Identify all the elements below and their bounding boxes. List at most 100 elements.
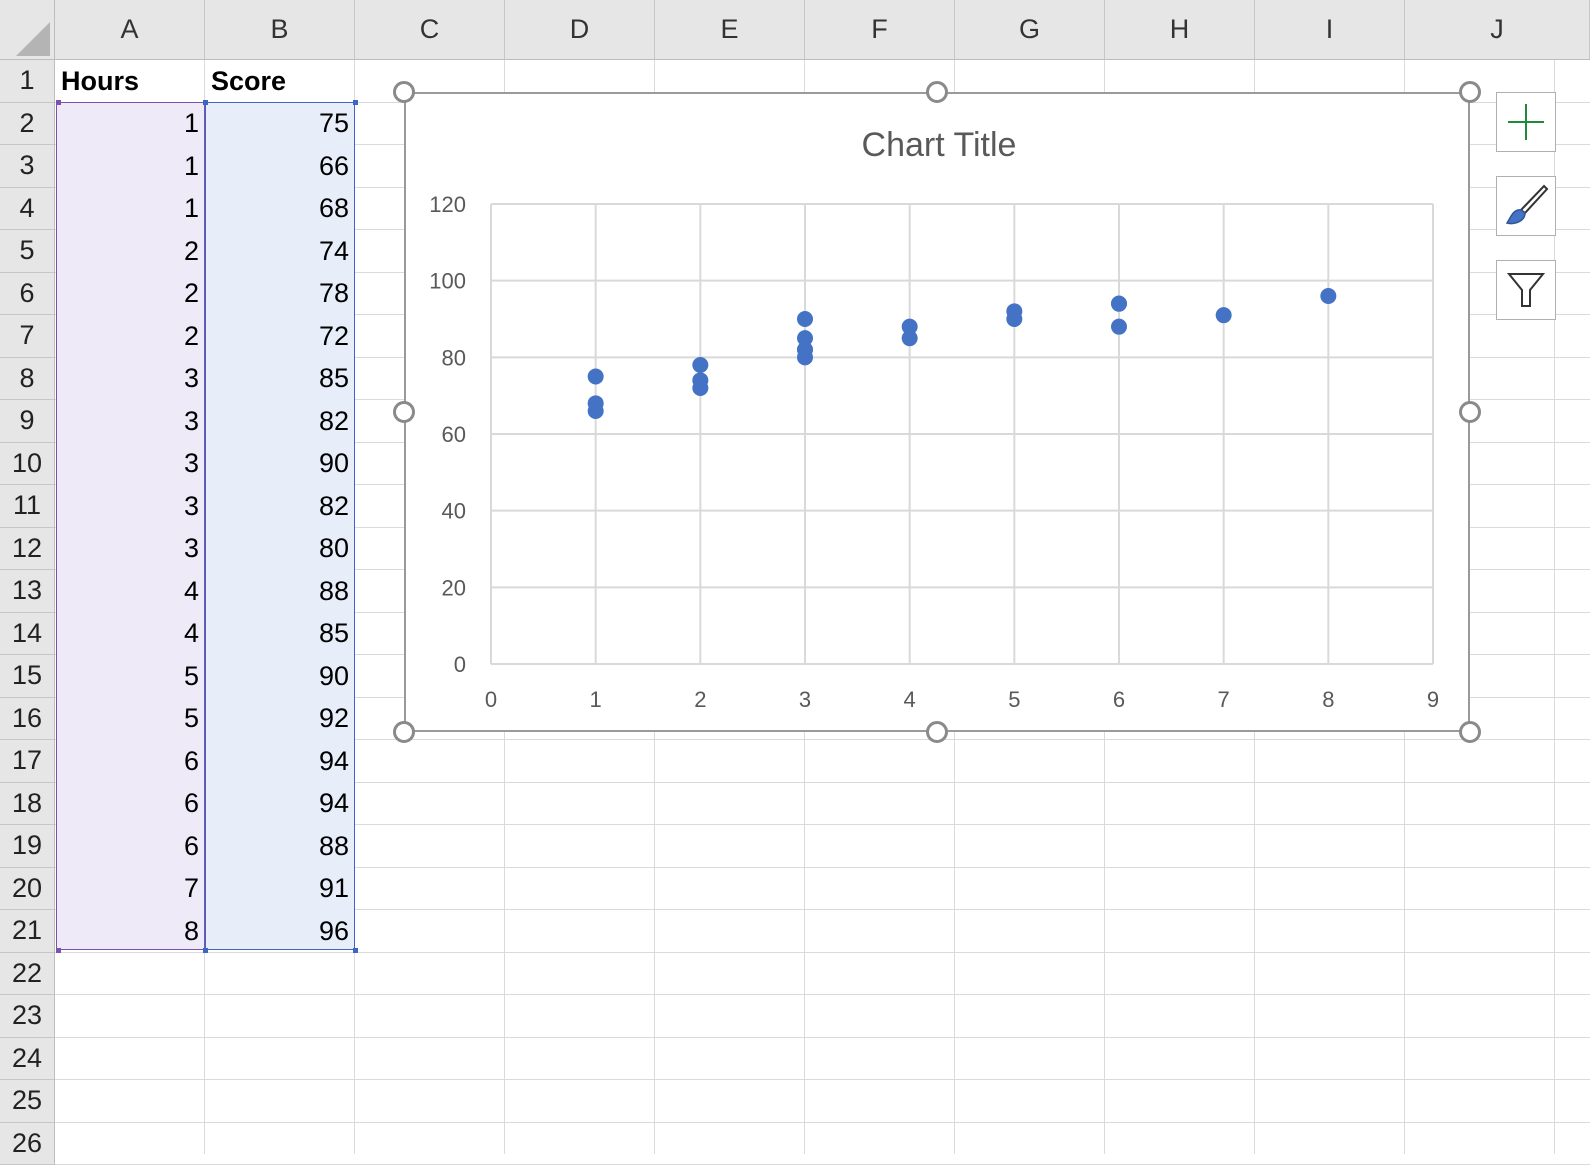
scatter-point[interactable] [902,330,918,346]
cell-score[interactable]: 82 [205,485,355,528]
cell-score[interactable]: 75 [205,103,355,146]
chart-resize-handle[interactable] [926,81,948,103]
selection-corner-handle[interactable] [203,100,208,105]
row-header-9[interactable]: 9 [0,400,55,443]
scatter-point[interactable] [588,395,604,411]
cell-hours[interactable]: 8 [55,910,205,953]
cell-hours[interactable]: 6 [55,783,205,826]
header-cell-score[interactable]: Score [205,61,355,102]
row-header-16[interactable]: 16 [0,698,55,741]
column-header-f[interactable]: F [805,0,955,60]
cell-score[interactable]: 85 [205,358,355,401]
column-header-i[interactable]: I [1255,0,1405,60]
scatter-point[interactable] [797,311,813,327]
row-header-24[interactable]: 24 [0,1038,55,1081]
cell-score[interactable]: 96 [205,910,355,953]
chart-resize-handle[interactable] [1459,721,1481,743]
row-header-7[interactable]: 7 [0,315,55,358]
scatter-point[interactable] [1006,303,1022,319]
cell-hours[interactable]: 5 [55,698,205,741]
cell-score[interactable]: 90 [205,443,355,486]
scatter-point[interactable] [692,357,708,373]
select-all-corner[interactable] [0,0,55,60]
row-header-10[interactable]: 10 [0,443,55,486]
selection-corner-handle[interactable] [353,948,358,953]
cell-score[interactable]: 92 [205,698,355,741]
cell-score[interactable]: 78 [205,273,355,316]
cell-score[interactable]: 88 [205,825,355,868]
row-header-5[interactable]: 5 [0,230,55,273]
column-header-a[interactable]: A [55,0,205,60]
row-header-1[interactable]: 1 [0,60,55,103]
scatter-point[interactable] [1320,288,1336,304]
chart-resize-handle[interactable] [926,721,948,743]
cell-hours[interactable]: 6 [55,825,205,868]
selection-corner-handle[interactable] [56,100,61,105]
selection-corner-handle[interactable] [203,948,208,953]
row-header-15[interactable]: 15 [0,655,55,698]
column-header-d[interactable]: D [505,0,655,60]
cell-score[interactable]: 91 [205,868,355,911]
chart-resize-handle[interactable] [393,401,415,423]
row-header-11[interactable]: 11 [0,485,55,528]
row-header-23[interactable]: 23 [0,995,55,1038]
row-header-18[interactable]: 18 [0,783,55,826]
cell-hours[interactable]: 1 [55,188,205,231]
cell-hours[interactable]: 2 [55,230,205,273]
chart-resize-handle[interactable] [1459,401,1481,423]
scatter-chart[interactable]: Chart Title 020406080100120 0123456789 [404,92,1470,732]
cell-hours[interactable]: 3 [55,358,205,401]
chart-filters-button[interactable] [1496,260,1556,320]
selection-corner-handle[interactable] [353,100,358,105]
cell-score[interactable]: 72 [205,315,355,358]
scatter-point[interactable] [797,349,813,365]
row-header-26[interactable]: 26 [0,1123,55,1165]
chart-resize-handle[interactable] [393,721,415,743]
cell-hours[interactable]: 1 [55,145,205,188]
row-header-17[interactable]: 17 [0,740,55,783]
row-header-25[interactable]: 25 [0,1080,55,1123]
chart-title[interactable]: Chart Title [862,126,1017,164]
cell-score[interactable]: 80 [205,528,355,571]
row-header-2[interactable]: 2 [0,103,55,146]
cell-score[interactable]: 94 [205,740,355,783]
cell-score[interactable]: 94 [205,783,355,826]
scatter-point[interactable] [1111,296,1127,312]
cell-hours[interactable]: 2 [55,315,205,358]
cell-score[interactable]: 90 [205,655,355,698]
chart-styles-button[interactable] [1496,176,1556,236]
cell-hours[interactable]: 6 [55,740,205,783]
cell-score[interactable]: 88 [205,570,355,613]
scatter-point[interactable] [1216,307,1232,323]
row-header-20[interactable]: 20 [0,868,55,911]
cell-score[interactable]: 82 [205,400,355,443]
row-header-19[interactable]: 19 [0,825,55,868]
cell-score[interactable]: 74 [205,230,355,273]
cell-hours[interactable]: 4 [55,613,205,656]
chart-resize-handle[interactable] [393,81,415,103]
cell-score[interactable]: 85 [205,613,355,656]
cell-hours[interactable]: 3 [55,485,205,528]
row-header-14[interactable]: 14 [0,613,55,656]
cell-hours[interactable]: 1 [55,103,205,146]
row-header-12[interactable]: 12 [0,528,55,571]
cell-hours[interactable]: 3 [55,400,205,443]
row-header-6[interactable]: 6 [0,273,55,316]
column-header-j[interactable]: J [1405,0,1590,60]
chart-elements-button[interactable] [1496,92,1556,152]
chart-resize-handle[interactable] [1459,81,1481,103]
cell-score[interactable]: 66 [205,145,355,188]
column-header-g[interactable]: G [955,0,1105,60]
scatter-point[interactable] [588,369,604,385]
cell-hours[interactable]: 3 [55,443,205,486]
column-header-e[interactable]: E [655,0,805,60]
row-header-13[interactable]: 13 [0,570,55,613]
row-header-3[interactable]: 3 [0,145,55,188]
cell-hours[interactable]: 2 [55,273,205,316]
scatter-point[interactable] [1111,319,1127,335]
cell-hours[interactable]: 3 [55,528,205,571]
column-header-h[interactable]: H [1105,0,1255,60]
row-header-8[interactable]: 8 [0,358,55,401]
row-header-22[interactable]: 22 [0,953,55,996]
row-header-21[interactable]: 21 [0,910,55,953]
